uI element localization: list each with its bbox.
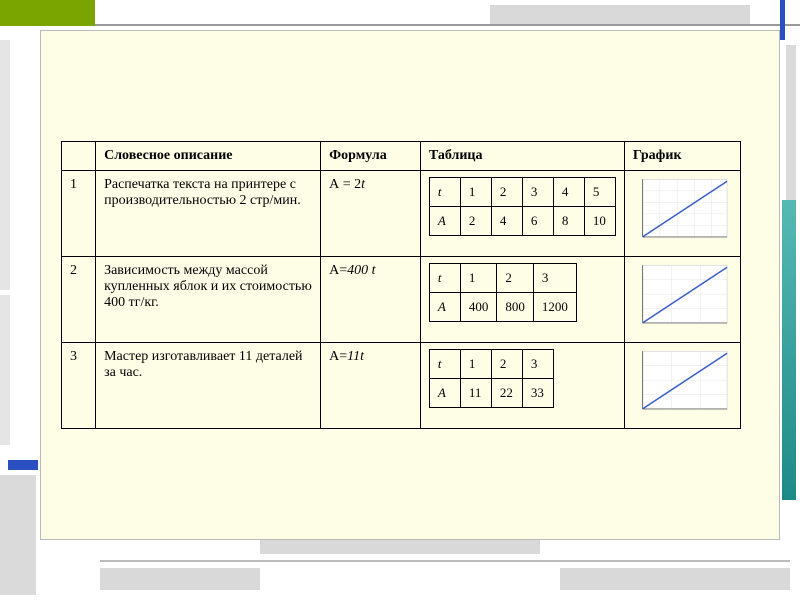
table-row: 3 Мастер изготавливает 11 деталей за час… bbox=[62, 343, 741, 429]
row-inner-table: t 1 2 3 A 11 22 33 bbox=[420, 343, 624, 429]
header-num bbox=[62, 142, 96, 171]
row-num: 3 bbox=[62, 343, 96, 429]
row-desc: Мастер изготавливает 11 деталей за час. bbox=[96, 343, 321, 429]
top-line bbox=[95, 24, 800, 26]
left-strip-1 bbox=[0, 40, 10, 290]
topbar-green bbox=[0, 0, 95, 26]
line-chart-icon bbox=[633, 349, 729, 417]
bottom-bar-1 bbox=[260, 540, 540, 554]
row-num: 1 bbox=[62, 171, 96, 257]
slide-body: Словесное описание Формула Таблица Графи… bbox=[40, 30, 780, 540]
row-formula: А=11t bbox=[321, 343, 421, 429]
inner-table-2: t 1 2 3 A 400 800 1200 bbox=[429, 263, 577, 322]
header-desc: Словесное описание bbox=[96, 142, 321, 171]
row-inner-table: t 1 2 3 A 400 800 1200 bbox=[420, 257, 624, 343]
row-inner-table: t 1 2 3 4 5 A 2 4 6 8 bbox=[420, 171, 624, 257]
row-formula: А=400 t bbox=[321, 257, 421, 343]
topbar-right bbox=[490, 5, 750, 25]
row-num: 2 bbox=[62, 257, 96, 343]
inner-table-1: t 1 2 3 4 5 A 2 4 6 8 bbox=[429, 177, 616, 236]
row-graph bbox=[624, 343, 740, 429]
header-formula: Формула bbox=[321, 142, 421, 171]
table-row: 1 Распечатка текста на принтере с произв… bbox=[62, 171, 741, 257]
line-chart-icon bbox=[633, 177, 729, 245]
main-table: Словесное описание Формула Таблица Графи… bbox=[61, 141, 741, 429]
row-graph bbox=[624, 257, 740, 343]
row-desc: Распечатка текста на принтере с производ… bbox=[96, 171, 321, 257]
row-desc: Зависимость между массой купленных яблок… bbox=[96, 257, 321, 343]
line-chart-icon bbox=[633, 263, 729, 331]
header-graph: График bbox=[624, 142, 740, 171]
slide-stage: Словесное описание Формула Таблица Графи… bbox=[0, 0, 800, 600]
left-strip-2 bbox=[0, 475, 36, 595]
row-graph bbox=[624, 171, 740, 257]
vert-gray-right bbox=[786, 45, 796, 215]
left-blue-tick bbox=[8, 460, 38, 470]
bottom-line bbox=[100, 560, 790, 562]
header-row: Словесное описание Формула Таблица Графи… bbox=[62, 142, 741, 171]
vert-blue bbox=[780, 0, 785, 40]
row-formula: А = 2t bbox=[321, 171, 421, 257]
left-strip-navy bbox=[0, 295, 10, 445]
bottom-bar-2 bbox=[100, 568, 260, 590]
vert-teal bbox=[782, 200, 796, 500]
bottom-bar-3 bbox=[560, 568, 790, 590]
inner-table-3: t 1 2 3 A 11 22 33 bbox=[429, 349, 554, 408]
header-table: Таблица bbox=[420, 142, 624, 171]
table-row: 2 Зависимость между массой купленных ябл… bbox=[62, 257, 741, 343]
